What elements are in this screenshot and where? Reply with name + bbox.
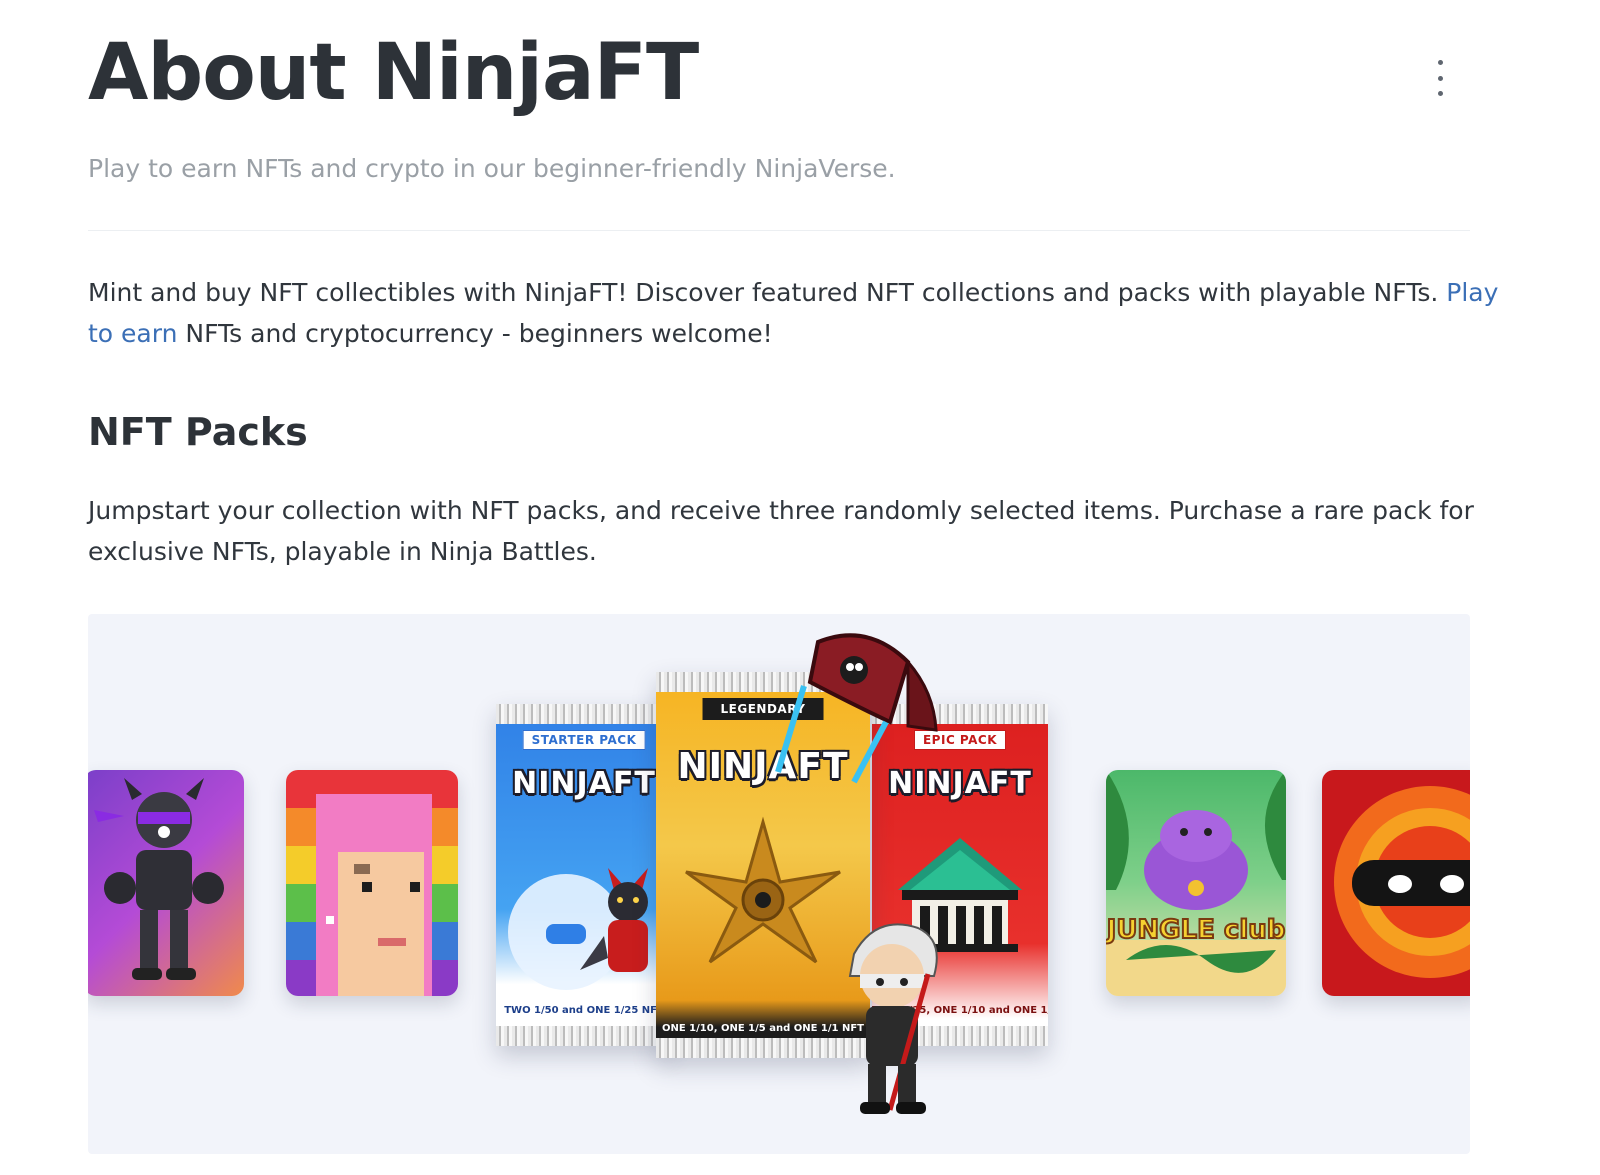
jungle-club-text: JUNGLE club: [1106, 915, 1285, 945]
kebab-dot: [1437, 60, 1443, 65]
more-options-icon[interactable]: [1428, 60, 1452, 96]
pack-logo: NINJAFT: [512, 766, 656, 801]
pixel-punk-nft-icon: [286, 770, 458, 996]
nft-packs-showcase: STARTER PACK NINJAFT TWO 1/50 and ONE 1/…: [88, 614, 1470, 1154]
header-divider: [88, 230, 1470, 231]
kebab-dot: [1437, 91, 1443, 96]
chibi-ninja-icon: [848, 923, 938, 1114]
pack-crimp-top: [496, 704, 672, 724]
nft-packs-heading: NFT Packs: [88, 410, 308, 454]
jungle-club-nft-icon: JUNGLE club: [1106, 770, 1286, 996]
fire-ninja-nft-icon: [1334, 786, 1470, 978]
intro-text-end: NFTs and cryptocurrency - beginners welc…: [177, 319, 773, 348]
nft-card-pixel-punk[interactable]: [286, 770, 458, 996]
nft-packs-description: Jumpstart your collection with NFT packs…: [88, 496, 1474, 566]
intro-paragraph: Mint and buy NFT collectibles with Ninja…: [88, 272, 1508, 354]
armored-ninja-nft-icon: [94, 778, 224, 980]
kebab-dot: [1437, 75, 1443, 81]
pack-label: STARTER PACK: [522, 730, 646, 750]
page-title: About NinjaFT: [88, 28, 699, 118]
nft-card-fire-ninja[interactable]: [1322, 770, 1470, 996]
nft-card-jungle-club[interactable]: JUNGLE club: [1106, 770, 1286, 996]
pack-footer: TWO 1/50 and ONE 1/25 NFT: [504, 1005, 664, 1016]
baby-dragon-icon: [508, 868, 648, 990]
page-subtitle: Play to earn NFTs and crypto in our begi…: [88, 154, 896, 183]
nft-card-armored-ninja[interactable]: [88, 770, 244, 996]
starter-pack[interactable]: STARTER PACK NINJAFT TWO 1/50 and ONE 1/…: [496, 704, 672, 1046]
rocket-ninja-icon: [775, 633, 938, 784]
intro-text: Mint and buy NFT collectibles with Ninja…: [88, 278, 1447, 307]
pack-crimp-bottom: [496, 1026, 672, 1046]
